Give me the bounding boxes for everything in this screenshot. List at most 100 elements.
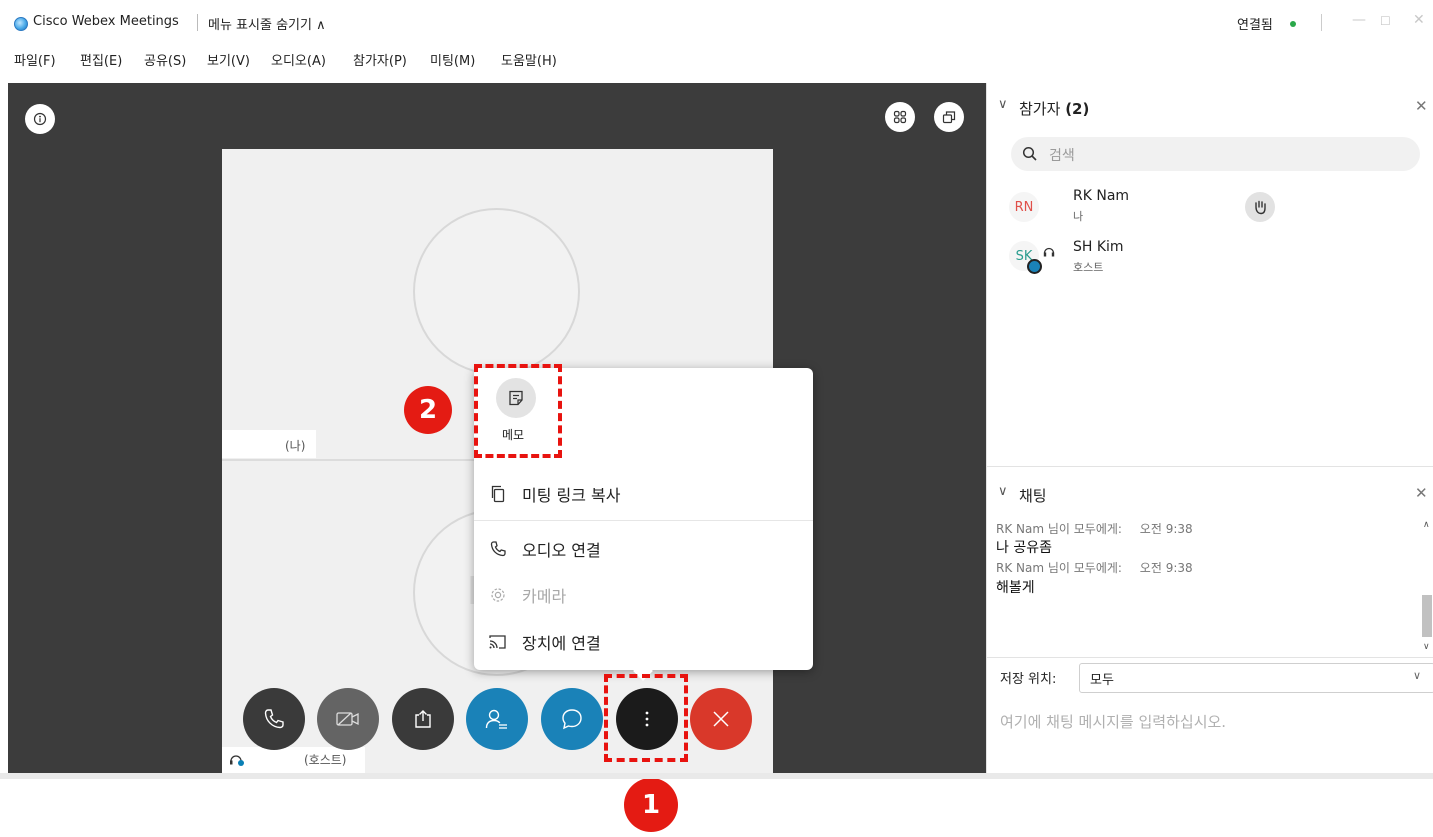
participants-close-icon[interactable]: ✕: [1415, 97, 1428, 115]
audio-button[interactable]: [243, 688, 305, 750]
chat-divider: [987, 466, 1433, 467]
copy-icon: [488, 485, 508, 503]
menu-file[interactable]: 파일(F): [14, 50, 56, 69]
popout-icon: [942, 111, 956, 124]
chat-icon: [562, 709, 582, 730]
step-1-badge: 1: [624, 778, 678, 832]
leave-button[interactable]: [690, 688, 752, 750]
phone-icon: [264, 709, 284, 729]
menu-item-copy-link[interactable]: 미팅 링크 복사: [488, 482, 621, 506]
meeting-info-button[interactable]: [25, 104, 55, 134]
share-button[interactable]: [392, 688, 454, 750]
webex-logo-icon: [14, 17, 28, 31]
maximize-button[interactable]: ☐: [1380, 14, 1391, 28]
participant-name: RK Nam: [1073, 188, 1130, 204]
participants-count: (2): [1065, 100, 1090, 118]
menu-meeting[interactable]: 미팅(M): [430, 50, 475, 69]
chat-time: 오전 9:38: [1139, 561, 1193, 575]
scrollbar-thumb[interactable]: [1422, 595, 1432, 637]
recipient-select[interactable]: 모두 ∨: [1079, 663, 1433, 693]
participant-role: 나: [1073, 210, 1084, 223]
menu-bar: 파일(F) 편집(E) 공유(S) 보기(V) 오디오(A) 참가자(P) 미팅…: [0, 50, 1433, 72]
popout-view-button[interactable]: [934, 102, 964, 132]
title-bar: Cisco Webex Meetings 메뉴 표시줄 숨기기 ∧ 연결됨 — …: [0, 0, 1433, 46]
participants-button[interactable]: [466, 688, 528, 750]
chat-title: 채팅: [1019, 487, 1047, 505]
info-icon: [33, 112, 47, 126]
search-icon: [1022, 146, 1037, 161]
popup-divider: [474, 520, 813, 521]
video-button[interactable]: [317, 688, 379, 750]
participants-collapse-chevron-icon[interactable]: ∨: [998, 97, 1008, 112]
menu-share[interactable]: 공유(S): [144, 50, 186, 69]
side-panel: ∨ 참가자 (2) ✕ 검색 RN RK Nam 나 SK SH Kim 호스트…: [986, 83, 1433, 773]
scroll-down-icon[interactable]: ∨: [1423, 642, 1430, 652]
avatar: RN: [1009, 192, 1039, 222]
menu-item-connect-audio[interactable]: 오디오 연결: [488, 537, 601, 561]
menu-edit[interactable]: 편집(E): [80, 50, 122, 69]
host-label: (호스트): [304, 753, 347, 767]
gear-icon: [488, 586, 508, 604]
chat-sender: RK Nam 님이 모두에게:: [996, 561, 1122, 575]
chat-button[interactable]: [541, 688, 603, 750]
participant-search-input[interactable]: 검색: [1011, 137, 1420, 171]
camera-off-icon: [336, 712, 359, 726]
share-icon: [415, 710, 431, 728]
connection-status: 연결됨: [1237, 18, 1273, 33]
participant-row[interactable]: RN RK Nam 나: [987, 182, 1433, 226]
chat-close-icon[interactable]: ✕: [1415, 484, 1428, 502]
minimize-button[interactable]: —: [1352, 12, 1366, 28]
close-window-button[interactable]: ✕: [1413, 12, 1425, 28]
chat-message-meta: RK Nam 님이 모두에게: 오전 9:38: [996, 559, 1193, 576]
app-title: Cisco Webex Meetings: [33, 14, 179, 29]
title-separator: [197, 14, 198, 31]
step-2-badge: 2: [404, 386, 452, 434]
memo-highlight-box: [474, 364, 562, 458]
participant-name: SH Kim: [1073, 239, 1124, 255]
headset-status-icon: [230, 755, 244, 766]
participant-row[interactable]: SK SH Kim 호스트: [987, 237, 1433, 281]
participant-role: 호스트: [1073, 261, 1104, 274]
self-name-tag: (나): [222, 430, 316, 458]
menu-item-connect-device[interactable]: 장치에 연결: [488, 630, 601, 654]
cast-icon: [488, 633, 508, 651]
participants-title: 참가자: [1019, 100, 1061, 118]
menu-participants[interactable]: 참가자(P): [353, 50, 407, 69]
menu-bar-toggle[interactable]: 메뉴 표시줄 숨기기 ∧: [208, 14, 326, 33]
chat-collapse-chevron-icon[interactable]: ∨: [998, 484, 1008, 499]
menu-item-label: 오디오 연결: [522, 541, 601, 560]
layout-grid-button[interactable]: [885, 102, 915, 132]
recipient-label: 저장 위치:: [1000, 672, 1057, 687]
chat-message-meta: RK Nam 님이 모두에게: 오전 9:38: [996, 520, 1193, 537]
menu-audio[interactable]: 오디오(A): [271, 50, 326, 69]
window-bottom-edge: [0, 773, 1433, 779]
menu-help[interactable]: 도움말(H): [501, 50, 557, 69]
chat-message-input[interactable]: 여기에 채팅 메시지를 입력하십시오.: [1000, 711, 1420, 761]
participants-icon: [485, 709, 507, 729]
compose-divider: [987, 657, 1433, 658]
headset-icon: [1043, 247, 1055, 257]
participants-header: 참가자 (2): [1019, 98, 1089, 119]
host-badge-icon: [1027, 259, 1042, 274]
menu-item-label: 장치에 연결: [522, 634, 601, 653]
chevron-down-icon: ∨: [1413, 669, 1422, 682]
menu-item-camera: 카메라: [488, 583, 566, 607]
chat-sender: RK Nam 님이 모두에게:: [996, 522, 1122, 536]
connection-status-dot-icon: [1290, 21, 1296, 27]
more-highlight-box: [604, 674, 688, 762]
title-separator-2: [1321, 14, 1322, 31]
raise-hand-icon[interactable]: [1245, 192, 1275, 222]
menu-item-label: 미팅 링크 복사: [522, 486, 621, 505]
menu-item-label: 카메라: [522, 587, 567, 606]
self-video-avatar: [413, 208, 580, 375]
chat-scrollbar[interactable]: ∧ ∨: [1422, 520, 1432, 656]
self-label: (나): [285, 439, 306, 453]
chat-message-text: 나 공유좀: [996, 540, 1052, 556]
scroll-up-icon[interactable]: ∧: [1423, 520, 1430, 530]
menu-view[interactable]: 보기(V): [207, 50, 250, 69]
recipient-value: 모두: [1090, 673, 1114, 688]
host-name-tag: (호스트): [222, 747, 365, 773]
search-placeholder: 검색: [1049, 148, 1075, 164]
close-icon: [713, 711, 729, 727]
grid-icon: [893, 110, 907, 124]
